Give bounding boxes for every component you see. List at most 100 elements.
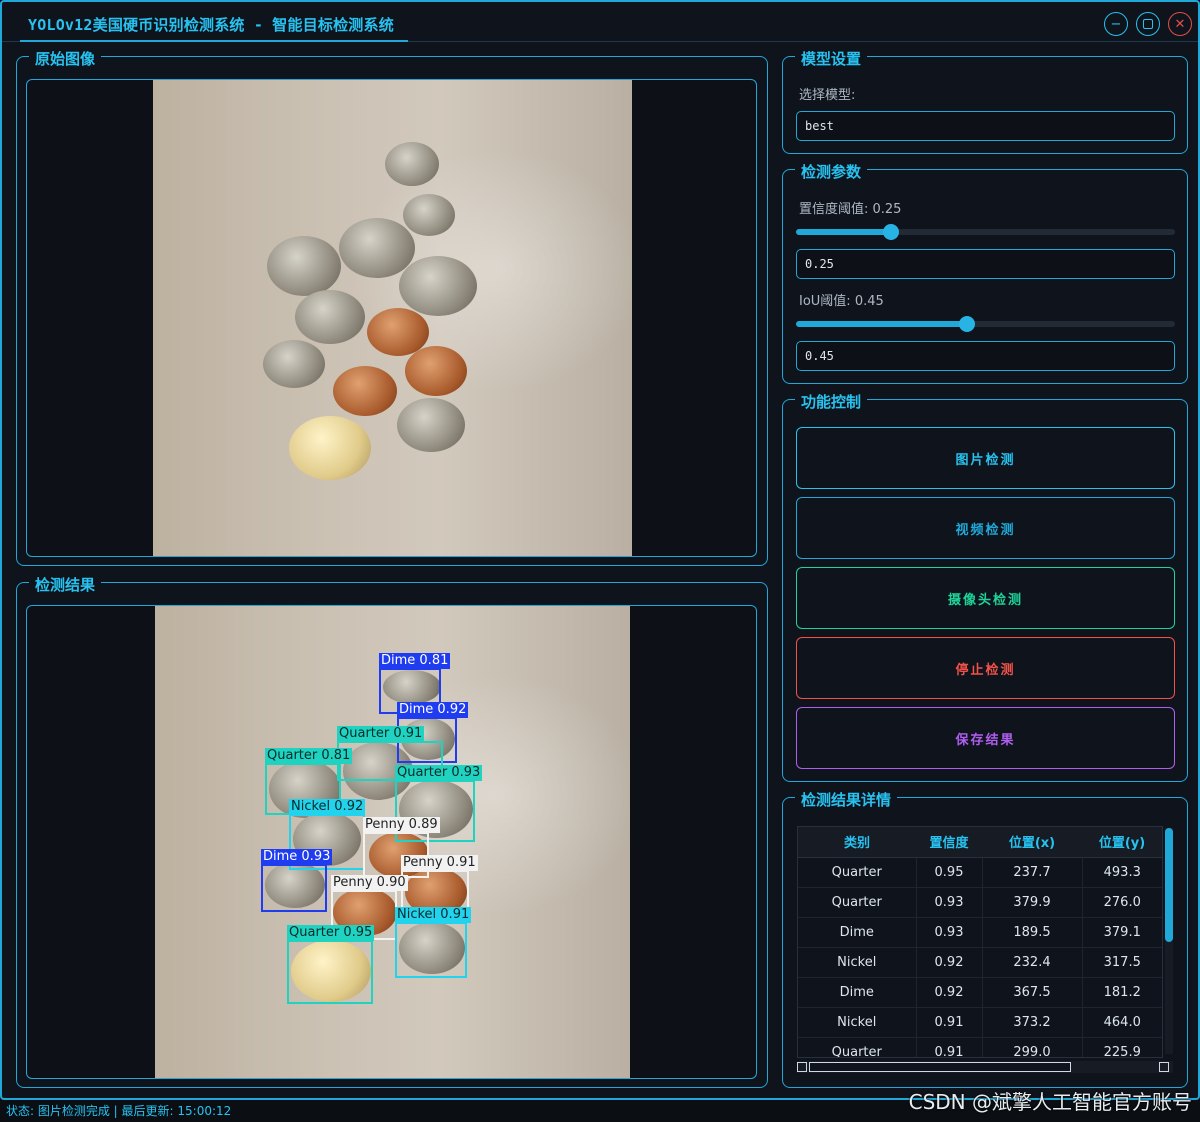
- iou-slider-handle[interactable]: [958, 316, 975, 332]
- detection-label: Penny 0.91: [401, 855, 478, 871]
- maximize-icon: [1143, 19, 1153, 29]
- detection-label: Penny 0.89: [363, 817, 440, 833]
- results-details-panel: 检测结果详情 类别 置信度 位置(x) 位置(y) Quarter 0.95 237…: [782, 789, 1188, 1088]
- scroll-left-arrow-icon[interactable]: [797, 1062, 807, 1072]
- coin-image: [333, 366, 397, 416]
- table-row[interactable]: Nickel 0.92 232.4 317.5: [798, 947, 1162, 978]
- detection-label: Quarter 0.81: [265, 748, 353, 764]
- detection-box: Dime 0.93: [261, 849, 333, 912]
- table-row[interactable]: Dime 0.93 189.5 379.1: [798, 917, 1162, 948]
- original-image-frame: [26, 79, 757, 557]
- csdn-watermark: CSDN @斌擎人工智能官方账号: [908, 1090, 1192, 1114]
- table-cell: 232.4: [982, 947, 1083, 978]
- result-image: Dime 0.81 Dime 0.92 Quarter 0.91 Quarter…: [155, 606, 630, 1078]
- model-settings-title: 模型设置: [795, 48, 868, 69]
- detection-result-panel: 检测结果 Dime 0.81 Dime 0.92 Quarter 0.91 Qu…: [16, 574, 768, 1088]
- table-row[interactable]: Dime 0.92 367.5 181.2: [798, 977, 1162, 1008]
- scroll-right-arrow-icon[interactable]: [1159, 1062, 1169, 1072]
- title-underline: [20, 40, 408, 42]
- coin-image: [397, 398, 465, 452]
- table-cell: 0.91: [916, 1037, 983, 1057]
- table-cell: 373.2: [982, 1007, 1083, 1038]
- model-select[interactable]: best: [796, 111, 1175, 141]
- iou-threshold-label: IoU阈值: 0.45: [799, 294, 884, 309]
- detection-params-panel: 检测参数 置信度阈值: 0.25 0.25 IoU阈值: 0.45 0.45: [782, 161, 1188, 384]
- table-cell: 464.0: [1082, 1007, 1162, 1038]
- results-table: 类别 置信度 位置(x) 位置(y) Quarter 0.95 237.7 493.3…: [798, 827, 1162, 1057]
- vertical-scrollbar[interactable]: [1165, 828, 1173, 1054]
- model-settings-panel: 模型设置 选择模型: best: [782, 48, 1188, 154]
- save-results-button[interactable]: 保存结果: [796, 707, 1175, 769]
- column-header-x[interactable]: 位置(x): [982, 827, 1082, 858]
- confidence-slider[interactable]: [796, 224, 1175, 240]
- confidence-input[interactable]: 0.25: [796, 249, 1175, 279]
- table-row[interactable]: Quarter 0.95 237.7 493.3: [798, 857, 1162, 888]
- controls-panel: 功能控制 图片检测 视频检测 摄像头检测 停止检测 保存结果: [782, 391, 1188, 782]
- camera-detect-button[interactable]: 摄像头检测: [796, 567, 1175, 629]
- vertical-scrollbar-thumb[interactable]: [1165, 828, 1173, 942]
- horizontal-scrollbar[interactable]: [797, 1061, 1173, 1073]
- column-header-y[interactable]: 位置(y): [1082, 827, 1162, 858]
- table-cell: Nickel: [798, 1007, 917, 1038]
- coin-image: [405, 346, 467, 396]
- table-cell: 237.7: [982, 857, 1083, 888]
- table-cell: Nickel: [798, 947, 917, 978]
- table-row[interactable]: Quarter 0.93 379.9 276.0: [798, 887, 1162, 918]
- video-detect-button[interactable]: 视频检测: [796, 497, 1175, 559]
- detection-label: Dime 0.92: [397, 702, 469, 718]
- column-header-class[interactable]: 类别: [798, 827, 916, 858]
- close-icon: ✕: [1174, 16, 1186, 32]
- table-cell: 317.5: [1082, 947, 1162, 978]
- table-cell: 189.5: [982, 917, 1083, 948]
- minimize-icon: −: [1110, 16, 1122, 32]
- result-image-frame: Dime 0.81 Dime 0.92 Quarter 0.91 Quarter…: [26, 605, 757, 1079]
- original-image-panel: 原始图像: [16, 48, 768, 566]
- minimize-button[interactable]: −: [1104, 12, 1128, 36]
- detection-params-title: 检测参数: [795, 161, 868, 182]
- confidence-slider-fill: [796, 229, 891, 235]
- table-cell: 276.0: [1082, 887, 1162, 918]
- window-title: YOLOv12美国硬币识别检测系统 - 智能目标检测系统: [28, 16, 394, 34]
- detection-label: Nickel 0.91: [395, 907, 472, 923]
- detection-label: Quarter 0.95: [287, 925, 375, 941]
- detection-label: Dime 0.93: [261, 849, 333, 865]
- table-cell: 0.93: [916, 917, 983, 948]
- results-table-body: Quarter 0.95 237.7 493.3 Quarter 0.93 379.9 276…: [798, 857, 1162, 1057]
- detection-label: Nickel 0.92: [289, 799, 366, 815]
- app-window: YOLOv12美国硬币识别检测系统 - 智能目标检测系统 − ✕ 原始图像 检测…: [0, 0, 1200, 1100]
- table-cell: 0.91: [916, 1007, 983, 1038]
- close-button[interactable]: ✕: [1168, 12, 1192, 36]
- table-cell: 0.92: [916, 977, 983, 1008]
- model-select-label: 选择模型:: [799, 88, 856, 103]
- table-cell: 493.3: [1082, 857, 1162, 888]
- coin-image: [267, 236, 341, 296]
- results-details-title: 检测结果详情: [795, 789, 898, 810]
- coin-image: [339, 218, 415, 278]
- maximize-button[interactable]: [1136, 12, 1160, 36]
- detection-label: Dime 0.81: [379, 653, 451, 669]
- table-cell: Dime: [798, 977, 917, 1008]
- table-row[interactable]: Nickel 0.91 373.2 464.0: [798, 1007, 1162, 1038]
- iou-input[interactable]: 0.45: [796, 341, 1175, 371]
- controls-title: 功能控制: [795, 391, 868, 412]
- table-row[interactable]: Quarter 0.91 299.0 225.9: [798, 1037, 1162, 1057]
- table-cell: 0.92: [916, 947, 983, 978]
- stop-detect-button[interactable]: 停止检测: [796, 637, 1175, 699]
- coin-image: [263, 340, 325, 388]
- title-bar[interactable]: YOLOv12美国硬币识别检测系统 - 智能目标检测系统 − ✕: [2, 2, 1198, 42]
- iou-slider[interactable]: [796, 316, 1175, 332]
- table-cell: 379.1: [1082, 917, 1162, 948]
- table-cell: Quarter: [798, 1037, 917, 1057]
- confidence-slider-handle[interactable]: [882, 224, 899, 240]
- coin-image: [385, 142, 439, 186]
- iou-slider-fill: [796, 321, 967, 327]
- table-cell: Dime: [798, 917, 917, 948]
- table-cell: 0.93: [916, 887, 983, 918]
- table-cell: 181.2: [1082, 977, 1162, 1008]
- table-header-row: 类别 置信度 位置(x) 位置(y): [798, 827, 1162, 858]
- horizontal-scrollbar-thumb[interactable]: [809, 1062, 1071, 1072]
- detection-result-title: 检测结果: [29, 574, 102, 595]
- image-detect-button[interactable]: 图片检测: [796, 427, 1175, 489]
- column-header-confidence[interactable]: 置信度: [916, 827, 982, 858]
- results-table-container: 类别 置信度 位置(x) 位置(y) Quarter 0.95 237.7 493.3…: [797, 826, 1163, 1058]
